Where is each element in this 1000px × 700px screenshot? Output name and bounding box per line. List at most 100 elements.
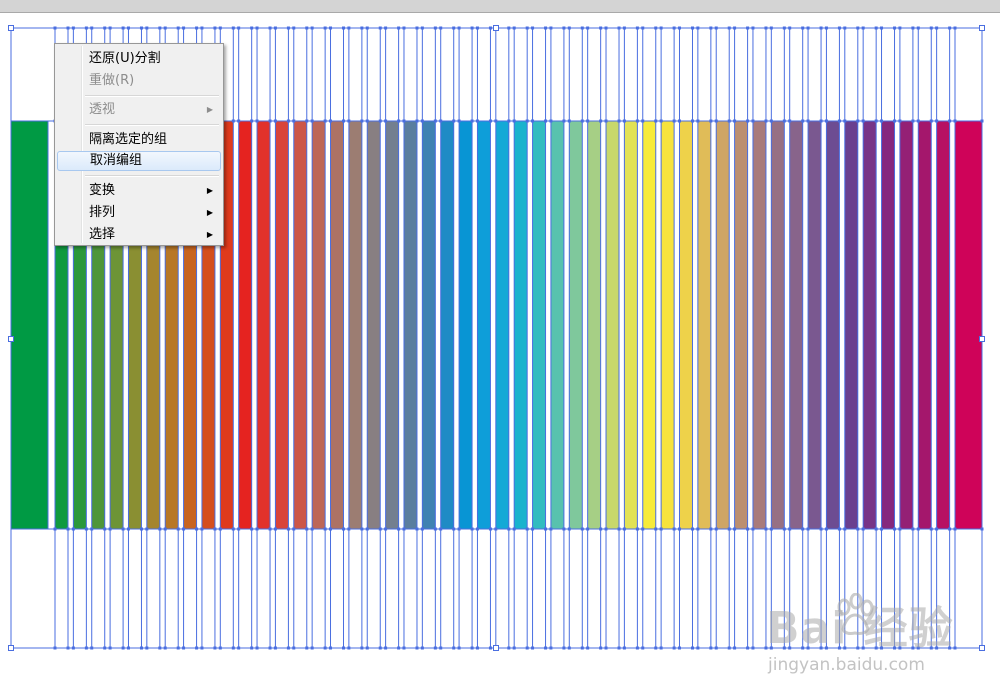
- color-stripe[interactable]: [587, 121, 601, 529]
- anchor-point[interactable]: [714, 646, 718, 650]
- anchor-point[interactable]: [659, 26, 663, 30]
- anchor-point[interactable]: [139, 646, 143, 650]
- anchor-point[interactable]: [512, 646, 516, 650]
- anchor-point[interactable]: [567, 646, 571, 650]
- anchor-point[interactable]: [696, 26, 700, 30]
- anchor-point[interactable]: [53, 646, 57, 650]
- anchor-point[interactable]: [586, 26, 590, 30]
- bounding-box-handle[interactable]: [979, 25, 985, 31]
- color-stripe[interactable]: [716, 121, 730, 529]
- anchor-point[interactable]: [292, 646, 296, 650]
- anchor-point[interactable]: [397, 646, 401, 650]
- anchor-point[interactable]: [273, 26, 277, 30]
- anchor-point[interactable]: [562, 646, 566, 650]
- anchor-point[interactable]: [856, 26, 860, 30]
- anchor-point[interactable]: [544, 26, 548, 30]
- color-stripe[interactable]: [771, 121, 785, 529]
- anchor-point[interactable]: [218, 646, 222, 650]
- anchor-point[interactable]: [231, 26, 235, 30]
- anchor-point[interactable]: [544, 646, 548, 650]
- color-stripe[interactable]: [440, 121, 454, 529]
- anchor-point[interactable]: [641, 646, 645, 650]
- anchor-point[interactable]: [163, 646, 167, 650]
- anchor-point[interactable]: [195, 646, 199, 650]
- anchor-point[interactable]: [126, 646, 130, 650]
- menu-item-isolate-group[interactable]: 隔离选定的组: [57, 130, 221, 150]
- anchor-point[interactable]: [237, 26, 241, 30]
- anchor-point[interactable]: [213, 646, 217, 650]
- anchor-point[interactable]: [84, 646, 88, 650]
- anchor-point[interactable]: [360, 646, 364, 650]
- color-stripe[interactable]: [936, 121, 950, 529]
- anchor-point[interactable]: [727, 646, 731, 650]
- anchor-point[interactable]: [365, 26, 369, 30]
- anchor-point[interactable]: [342, 646, 346, 650]
- anchor-point[interactable]: [525, 646, 529, 650]
- anchor-point[interactable]: [622, 26, 626, 30]
- color-stripe[interactable]: [238, 121, 252, 529]
- anchor-point[interactable]: [746, 646, 750, 650]
- color-stripe[interactable]: [257, 121, 271, 529]
- bounding-box-handle[interactable]: [979, 645, 985, 651]
- menu-item-transform[interactable]: 变换 ▶: [57, 181, 221, 201]
- anchor-point[interactable]: [898, 26, 902, 30]
- anchor-point[interactable]: [488, 646, 492, 650]
- anchor-point[interactable]: [733, 26, 737, 30]
- anchor-point[interactable]: [470, 646, 474, 650]
- anchor-point[interactable]: [746, 26, 750, 30]
- anchor-point[interactable]: [929, 26, 933, 30]
- anchor-point[interactable]: [617, 646, 621, 650]
- anchor-point[interactable]: [292, 26, 296, 30]
- color-stripe[interactable]: [312, 121, 326, 529]
- anchor-point[interactable]: [935, 26, 939, 30]
- anchor-point[interactable]: [213, 26, 217, 30]
- anchor-point[interactable]: [916, 26, 920, 30]
- anchor-point[interactable]: [580, 26, 584, 30]
- anchor-point[interactable]: [145, 26, 149, 30]
- anchor-point[interactable]: [439, 26, 443, 30]
- anchor-point[interactable]: [53, 26, 57, 30]
- anchor-point[interactable]: [709, 26, 713, 30]
- anchor-point[interactable]: [567, 26, 571, 30]
- anchor-point[interactable]: [488, 26, 492, 30]
- anchor-point[interactable]: [200, 646, 204, 650]
- anchor-point[interactable]: [360, 26, 364, 30]
- color-stripe[interactable]: [459, 121, 473, 529]
- color-stripe[interactable]: [808, 121, 822, 529]
- anchor-point[interactable]: [384, 646, 388, 650]
- anchor-point[interactable]: [475, 646, 479, 650]
- anchor-point[interactable]: [457, 26, 461, 30]
- menu-item-arrange[interactable]: 排列 ▶: [57, 203, 221, 223]
- color-stripe[interactable]: [385, 121, 399, 529]
- anchor-point[interactable]: [470, 26, 474, 30]
- anchor-point[interactable]: [415, 26, 419, 30]
- anchor-point[interactable]: [709, 646, 713, 650]
- anchor-point[interactable]: [604, 26, 608, 30]
- anchor-point[interactable]: [237, 646, 241, 650]
- anchor-point[interactable]: [108, 26, 112, 30]
- anchor-point[interactable]: [659, 646, 663, 650]
- anchor-point[interactable]: [255, 646, 259, 650]
- color-stripe[interactable]: [642, 121, 656, 529]
- anchor-point[interactable]: [452, 646, 456, 650]
- anchor-point[interactable]: [696, 646, 700, 650]
- color-stripe[interactable]: [293, 121, 307, 529]
- anchor-point[interactable]: [158, 646, 162, 650]
- anchor-point[interactable]: [121, 646, 125, 650]
- anchor-point[interactable]: [599, 646, 603, 650]
- color-stripe[interactable]: [679, 121, 693, 529]
- color-stripe[interactable]: [403, 121, 417, 529]
- color-stripe[interactable]: [11, 121, 48, 529]
- color-stripe[interactable]: [348, 121, 362, 529]
- anchor-point[interactable]: [622, 646, 626, 650]
- anchor-point[interactable]: [654, 26, 658, 30]
- anchor-point[interactable]: [365, 646, 369, 650]
- anchor-point[interactable]: [843, 26, 847, 30]
- anchor-point[interactable]: [880, 26, 884, 30]
- anchor-point[interactable]: [200, 26, 204, 30]
- bounding-box-handle[interactable]: [8, 25, 14, 31]
- anchor-point[interactable]: [420, 646, 424, 650]
- color-stripe[interactable]: [495, 121, 509, 529]
- anchor-point[interactable]: [635, 26, 639, 30]
- menu-item-perspective[interactable]: 透视 ▶: [57, 100, 221, 120]
